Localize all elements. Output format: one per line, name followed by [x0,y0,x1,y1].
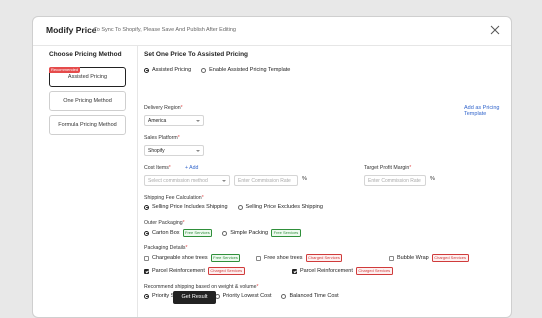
recommend-shipping-label: Recommend shipping based on weight & vol… [144,284,259,290]
method-assisted-pricing[interactable]: Recommended Assisted Pricing [49,67,126,87]
target-margin-input[interactable]: Enter Commission Rate [364,175,426,186]
close-icon[interactable] [489,23,501,35]
outer-packaging-label: Outer Packaging* [144,220,185,226]
commission-method-select[interactable]: Select commission method [144,175,230,186]
detail-chargeable-shoe-trees[interactable]: Chargeable shoe trees Free Services [144,254,241,262]
method-label: Assisted Pricing [67,74,108,80]
shipping-includes-radio[interactable]: Selling Price Includes Shipping [144,204,228,210]
target-margin-label: Target Profit Margin* [364,165,412,171]
outer-packaging-radio-group: Carton Box Free Services Simple Packing Fr… [144,229,311,237]
method-label: One Pricing Method [63,98,112,104]
shipping-excludes-radio[interactable]: Selling Price Excludes Shipping [237,204,323,210]
charged-services-tag: Charged Services [431,254,469,262]
simple-packing-radio[interactable]: Simple Packing Free Services [222,229,301,237]
add-cost-item-button[interactable]: + Add [185,165,198,171]
carton-box-radio[interactable]: Carton Box Free Services [144,229,213,237]
pricing-method-panel: Choose Pricing Method Recommended Assist… [33,45,138,317]
shipping-fee-label: Shipping Fee Calculation* [144,195,204,201]
free-services-tag: Free Services [182,229,213,237]
charged-services-tag: Charged Services [305,254,343,262]
sales-platform-select[interactable]: Shopify [144,145,204,156]
method-one-pricing[interactable]: One Pricing Method [49,91,126,111]
packaging-details-label: Packaging Details* [144,245,188,251]
dialog-title: Modify Price [46,25,97,35]
recommended-badge: Recommended [49,67,81,73]
pricing-method-title: Choose Pricing Method [49,51,122,58]
charged-services-tag: Charged Services [355,267,393,275]
mode-template-radio[interactable]: Enable Assisted Pricing Template [201,67,290,73]
detail-parcel-reinforcement-2[interactable]: Parcel Reinforcement Charged Services [292,267,393,275]
target-margin-unit: % [430,176,435,182]
priority-lowest-cost-radio[interactable]: Priority Lowest Cost [214,293,271,299]
mode-assisted-radio[interactable]: Assisted Pricing [144,67,191,73]
add-pricing-template-link[interactable]: Add as Pricing Template [464,105,511,117]
sales-platform-label: Sales Platform* [144,135,180,141]
dialog-subtitle: To Sync To Shopify, Please Save And Publ… [94,27,236,33]
charged-services-tag: Charged Services [207,267,245,275]
balanced-time-cost-radio[interactable]: Balanced Time Cost [281,293,339,299]
free-services-tag: Free Services [271,229,301,237]
delivery-region-label: Delivery Region* [144,105,183,111]
method-label: Formula Pricing Method [58,122,117,128]
commission-rate-unit: % [302,176,307,182]
delivery-region-select[interactable]: America [144,115,204,126]
pricing-form: Set One Price To Assisted Pricing Assist… [138,45,511,317]
dialog-header: Modify Price To Sync To Shopify, Please … [33,17,511,46]
cost-items-label: Cost Items* [144,165,171,171]
detail-free-shoe-trees[interactable]: Free shoe trees Charged Services [256,254,343,262]
form-title: Set One Price To Assisted Pricing [144,51,249,58]
shipping-radio-group: Selling Price Includes Shipping Selling … [144,204,333,210]
mode-radio-group: Assisted Pricing Enable Assisted Pricing… [144,67,300,73]
modify-price-dialog: Modify Price To Sync To Shopify, Please … [32,16,512,318]
free-services-tag: Free Services [210,254,241,262]
detail-bubble-wrap[interactable]: Bubble Wrap Charged Services [389,254,469,262]
method-formula-pricing[interactable]: Formula Pricing Method [49,115,126,135]
commission-rate-input[interactable]: Enter Commission Rate [234,175,298,186]
get-result-button[interactable]: Get Result [173,291,216,304]
detail-parcel-reinforcement-1[interactable]: Parcel Reinforcement Charged Services [144,267,245,275]
